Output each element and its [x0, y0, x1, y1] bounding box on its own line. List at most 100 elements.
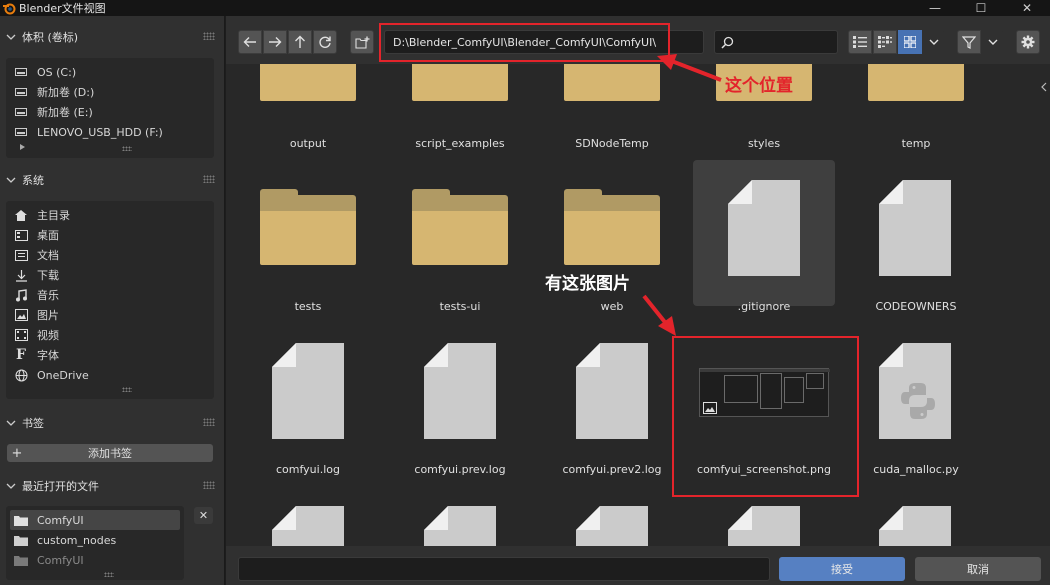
volume-item-d[interactable]: 新加卷 (D:)	[14, 82, 94, 102]
python-file-icon[interactable]	[879, 343, 951, 439]
panel-grip-icon[interactable]	[203, 32, 215, 40]
file-icon[interactable]	[576, 506, 648, 546]
file-name[interactable]: tests	[236, 300, 380, 313]
bookmarks-panel-title: 书签	[22, 417, 44, 430]
volume-item-c[interactable]: OS (C:)	[14, 62, 76, 82]
volumes-panel-header[interactable]: 体积 (卷标)	[0, 26, 225, 48]
system-item-documents[interactable]: 文档	[14, 245, 59, 265]
folder-icon[interactable]	[564, 64, 660, 101]
file-icon[interactable]	[272, 506, 344, 546]
file-icon[interactable]	[424, 343, 496, 439]
cancel-button[interactable]: 取消	[915, 557, 1041, 581]
chevron-down-icon	[6, 177, 16, 183]
folder-icon[interactable]	[260, 64, 356, 101]
accept-button[interactable]: 接受	[779, 557, 905, 581]
file-name[interactable]: comfyui.log	[236, 463, 380, 476]
filter-search-field[interactable]	[714, 30, 838, 54]
filter-toggle-button[interactable]	[957, 30, 981, 54]
file-icon[interactable]	[728, 506, 800, 546]
folder-icon[interactable]	[412, 189, 508, 265]
system-item-home[interactable]: 主目录	[14, 205, 70, 225]
drive-icon	[14, 85, 28, 99]
resize-handle-icon[interactable]	[122, 146, 132, 151]
forward-button[interactable]	[263, 30, 287, 54]
new-folder-icon	[354, 36, 369, 49]
thumbnail-view-button[interactable]	[898, 30, 922, 54]
file-name[interactable]: CODEOWNERS	[844, 300, 988, 313]
folder-icon[interactable]	[868, 64, 964, 101]
recent-item[interactable]: custom_nodes	[14, 530, 116, 550]
window-title: Blender文件视图	[19, 2, 106, 15]
back-button[interactable]	[238, 30, 262, 54]
video-icon	[14, 328, 28, 342]
system-item-fonts[interactable]: F 字体	[14, 345, 59, 365]
maximize-button[interactable]: ☐	[958, 0, 1004, 16]
file-name[interactable]: tests-ui	[388, 300, 532, 313]
file-name[interactable]: cuda_malloc.py	[844, 463, 988, 476]
panel-grip-icon[interactable]	[203, 418, 215, 426]
system-item-music[interactable]: 音乐	[14, 285, 59, 305]
recent-item-label: custom_nodes	[37, 533, 117, 547]
recent-panel-header[interactable]: 最近打开的文件	[0, 475, 225, 497]
minimize-button[interactable]: —	[912, 0, 958, 16]
system-item-onedrive[interactable]: OneDrive	[14, 365, 89, 385]
drive-icon	[14, 125, 28, 139]
parent-directory-button[interactable]	[288, 30, 312, 54]
file-name[interactable]: script_examples	[388, 137, 532, 150]
file-name[interactable]: temp	[844, 137, 988, 150]
system-item-videos[interactable]: 视频	[14, 325, 59, 345]
font-icon: F	[16, 347, 26, 363]
filename-field[interactable]	[238, 557, 770, 581]
recent-item[interactable]: ComfyUI	[14, 510, 84, 530]
chevron-left-icon[interactable]	[1040, 82, 1048, 92]
clear-recent-button[interactable]: ✕	[194, 507, 213, 524]
panel-grip-icon[interactable]	[203, 481, 215, 489]
file-name[interactable]: SDNodeTemp	[540, 137, 684, 150]
file-icon[interactable]	[879, 180, 951, 276]
desktop-icon	[14, 228, 28, 242]
close-window-button[interactable]: ✕	[1004, 0, 1050, 16]
file-icon[interactable]	[576, 343, 648, 439]
filter-options-dropdown[interactable]	[982, 30, 1004, 54]
file-name[interactable]: styles	[692, 137, 836, 150]
resize-handle-icon[interactable]	[104, 572, 114, 577]
system-item-label: 视频	[37, 329, 59, 342]
plus-icon: +	[11, 445, 23, 461]
volume-label: OS (C:)	[37, 65, 77, 79]
refresh-button[interactable]	[313, 30, 337, 54]
list-view-icon	[853, 36, 867, 48]
system-item-desktop[interactable]: 桌面	[14, 225, 59, 245]
recent-item[interactable]: ComfyUI	[14, 550, 84, 570]
file-icon[interactable]	[728, 180, 800, 276]
system-item-label: 桌面	[37, 229, 59, 242]
system-item-downloads[interactable]: 下载	[14, 265, 59, 285]
folder-icon[interactable]	[260, 189, 356, 265]
resize-handle-icon[interactable]	[122, 387, 132, 392]
file-name[interactable]: comfyui.prev2.log	[540, 463, 684, 476]
system-item-pictures[interactable]: 图片	[14, 305, 59, 325]
bookmarks-panel-header[interactable]: 书签	[0, 412, 225, 434]
folder-icon[interactable]	[412, 64, 508, 101]
file-icon[interactable]	[424, 506, 496, 546]
volume-item-e[interactable]: 新加卷 (E:)	[14, 102, 93, 122]
file-name[interactable]: output	[236, 137, 380, 150]
panel-grip-icon[interactable]	[203, 175, 215, 183]
horizontal-list-button[interactable]	[873, 30, 897, 54]
system-item-label: 图片	[37, 309, 59, 322]
system-item-label: 下载	[37, 269, 59, 282]
settings-button[interactable]	[1016, 30, 1040, 54]
file-icon[interactable]	[879, 506, 951, 546]
file-name[interactable]: .gitignore	[692, 300, 836, 313]
add-bookmark-button[interactable]: + 添加书签	[7, 444, 213, 462]
vertical-list-button[interactable]	[848, 30, 872, 54]
arrow-up-icon	[295, 35, 305, 48]
expand-arrow-icon[interactable]	[20, 144, 25, 150]
file-icon[interactable]	[272, 343, 344, 439]
folder-icon[interactable]	[564, 189, 660, 265]
display-options-dropdown[interactable]	[923, 30, 945, 54]
system-panel-header[interactable]: 系统	[0, 169, 225, 191]
file-name[interactable]: comfyui.prev.log	[388, 463, 532, 476]
volume-item-f[interactable]: LENOVO_USB_HDD (F:)	[14, 122, 163, 142]
new-folder-button[interactable]	[350, 30, 374, 54]
file-row-partial	[226, 506, 1050, 546]
